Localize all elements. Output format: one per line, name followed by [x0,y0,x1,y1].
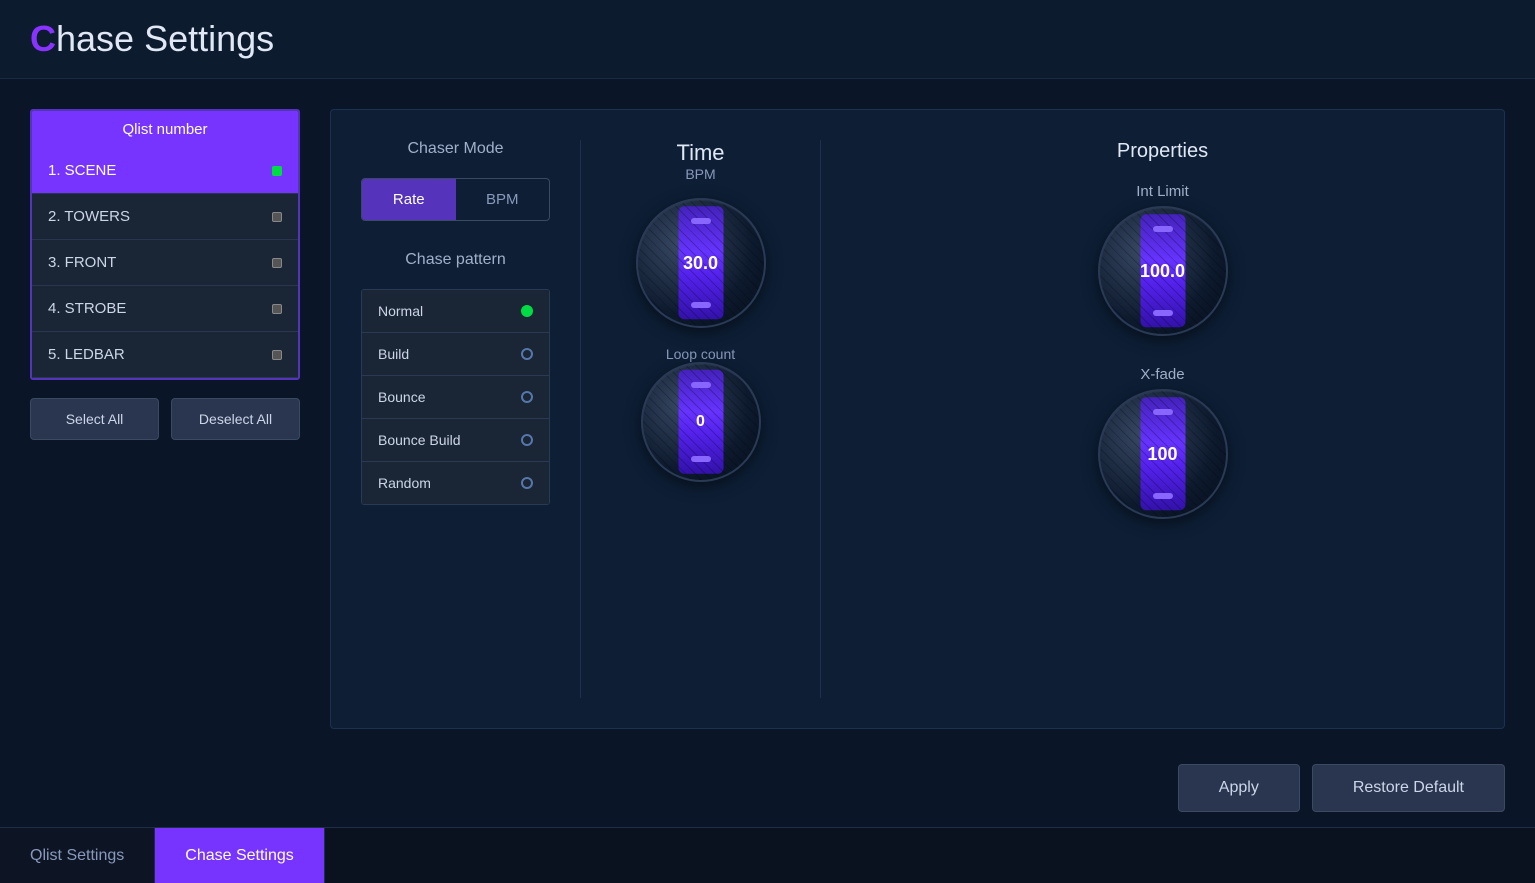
time-subtitle: BPM [676,166,724,182]
int-limit-knob[interactable]: 100.0 [1098,206,1228,336]
page-title: Chase Settings [30,18,274,60]
radio-bounce [521,391,533,403]
qlist-indicator-5 [272,350,282,360]
pattern-item-bounce[interactable]: Bounce [362,376,549,419]
xfade-tick-top [1153,409,1173,415]
qlist-indicator-4 [272,304,282,314]
center-panel: Chaser Mode Rate BPM Chase pattern Norma… [330,109,1505,729]
qlist-item-3[interactable]: 3. FRONT [32,240,298,286]
title-accent: C [30,18,56,59]
time-value: 30.0 [683,253,718,274]
chase-pattern-title: Chase pattern [361,251,550,269]
qlist-header: Qlist number [32,111,298,148]
main-content: Qlist number 1. SCENE 2. TOWERS 3. FRONT… [0,79,1535,749]
bottom-tabs: Qlist Settings Chase Settings [0,827,1535,883]
knob-tick-top [691,218,711,224]
mode-tab-bpm[interactable]: BPM [456,179,550,220]
apply-button[interactable]: Apply [1178,764,1300,812]
int-limit-tick-top [1153,226,1173,232]
qlist-indicator-3 [272,258,282,268]
radio-random [521,477,533,489]
int-limit-value: 100.0 [1140,261,1185,282]
qlist-item-2[interactable]: 2. TOWERS [32,194,298,240]
properties-section: Properties Int Limit 100.0 X-fade 100 [821,140,1474,698]
pattern-list: Normal Build Bounce Bounce Build Random [361,289,550,505]
int-limit-item: Int Limit 100.0 [1098,183,1228,336]
properties-grid: Int Limit 100.0 X-fade 100 [851,183,1474,519]
chaser-section: Chaser Mode Rate BPM Chase pattern Norma… [361,140,581,698]
loop-count-value: 0 [696,413,705,431]
qlist-item-1[interactable]: 1. SCENE [32,148,298,194]
xfade-value: 100 [1147,444,1177,465]
chaser-mode-title: Chaser Mode [361,140,550,158]
time-title: Time [676,140,724,166]
radio-build [521,348,533,360]
radio-normal [521,305,533,317]
loop-count-label: Loop count [666,346,735,362]
bottom-toolbar: Apply Restore Default [0,749,1535,827]
int-limit-label: Int Limit [1136,183,1189,200]
time-section: Time BPM 30.0 Loop count 0 [581,140,821,698]
left-panel: Qlist number 1. SCENE 2. TOWERS 3. FRONT… [30,109,300,729]
restore-default-button[interactable]: Restore Default [1312,764,1505,812]
deselect-all-button[interactable]: Deselect All [171,398,300,440]
properties-title: Properties [851,140,1474,163]
mode-tab-rate[interactable]: Rate [362,179,456,220]
time-header: Time BPM [676,140,724,182]
pattern-item-bounce-build[interactable]: Bounce Build [362,419,549,462]
qlist-item-5[interactable]: 5. LEDBAR [32,332,298,378]
qlist-container: Qlist number 1. SCENE 2. TOWERS 3. FRONT… [30,109,300,380]
knob-tick-bottom [691,302,711,308]
pattern-item-random[interactable]: Random [362,462,549,504]
header: Chase Settings [0,0,1535,79]
qlist-indicator-2 [272,212,282,222]
int-limit-tick-bottom [1153,310,1173,316]
xfade-item: X-fade 100 [1098,366,1228,519]
qlist-indicator-1 [272,166,282,176]
loop-count-container: Loop count 0 [641,338,761,482]
pattern-item-build[interactable]: Build [362,333,549,376]
tab-chase-settings[interactable]: Chase Settings [155,828,325,883]
time-knob-container: 30.0 [636,198,766,328]
loop-count-knob[interactable]: 0 [641,362,761,482]
xfade-tick-bottom [1153,493,1173,499]
loop-tick-top [691,382,711,388]
loop-tick-bottom [691,456,711,462]
time-knob[interactable]: 30.0 [636,198,766,328]
xfade-label: X-fade [1140,366,1184,383]
action-buttons: Select All Deselect All [30,398,300,440]
mode-tabs: Rate BPM [361,178,550,221]
qlist-item-4[interactable]: 4. STROBE [32,286,298,332]
select-all-button[interactable]: Select All [30,398,159,440]
xfade-knob[interactable]: 100 [1098,389,1228,519]
radio-bounce-build [521,434,533,446]
tab-qlist-settings[interactable]: Qlist Settings [0,828,155,883]
pattern-item-normal[interactable]: Normal [362,290,549,333]
